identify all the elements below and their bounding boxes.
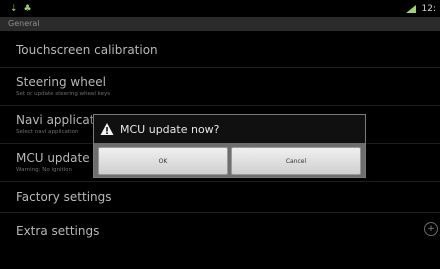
item-title: Factory settings bbox=[16, 190, 112, 204]
item-title: Extra settings bbox=[16, 224, 100, 238]
notification-icon: ♣ bbox=[23, 3, 32, 14]
item-summary: Set or update steering wheel keys bbox=[16, 91, 111, 97]
ok-button[interactable]: OK bbox=[98, 147, 228, 175]
mcu-update-dialog: MCU update now? OK Cancel bbox=[93, 114, 366, 178]
settings-item-extra-settings[interactable]: Extra settings bbox=[0, 213, 440, 253]
cancel-button[interactable]: Cancel bbox=[231, 147, 361, 175]
category-header: General bbox=[0, 17, 440, 31]
status-bar: ⇣ ♣ 12: bbox=[0, 0, 440, 17]
warning-icon bbox=[100, 122, 114, 136]
item-title: Touchscreen calibration bbox=[16, 43, 158, 57]
usb-icon: ⇣ bbox=[10, 3, 18, 14]
settings-item-steering-wheel[interactable]: Steering wheel Set or update steering wh… bbox=[0, 68, 440, 106]
signal-icon bbox=[405, 4, 416, 13]
status-time: 12: bbox=[421, 3, 436, 14]
item-title: Steering wheel bbox=[16, 75, 106, 89]
settings-item-factory-settings[interactable]: Factory settings bbox=[0, 182, 440, 213]
dialog-buttons: OK Cancel bbox=[94, 143, 365, 177]
expand-icon[interactable]: + bbox=[424, 222, 438, 236]
dialog-header: MCU update now? bbox=[94, 115, 365, 143]
settings-item-touchscreen-calibration[interactable]: Touchscreen calibration bbox=[0, 31, 440, 68]
dialog-title: MCU update now? bbox=[120, 122, 220, 136]
